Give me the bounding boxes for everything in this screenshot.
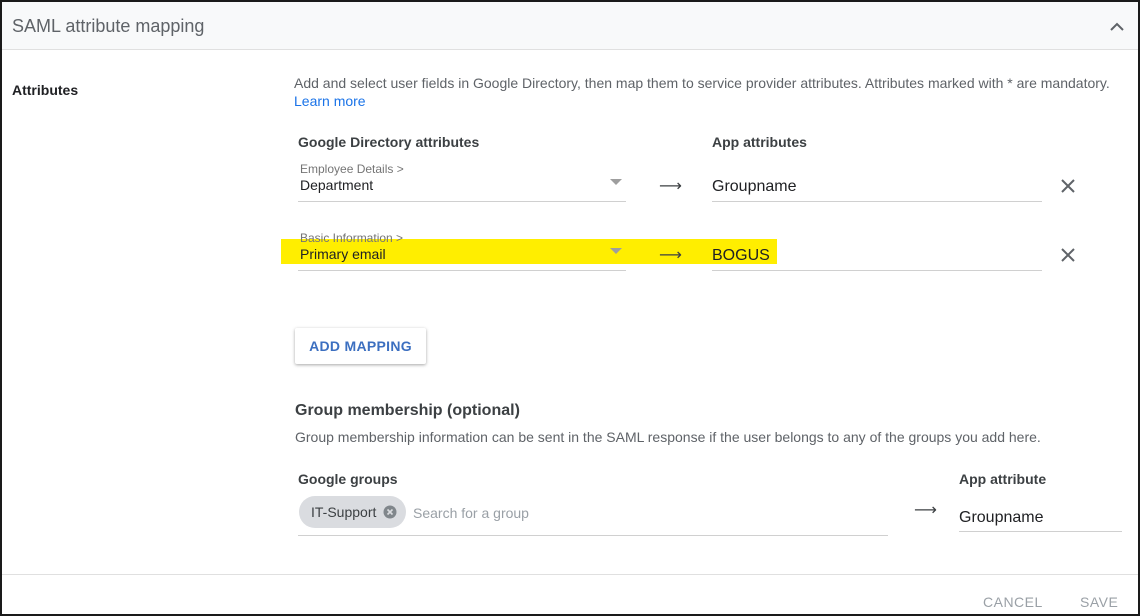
dropdown-arrow-icon[interactable]: [610, 179, 622, 185]
input-underline: [959, 531, 1122, 532]
dropdown-arrow-icon[interactable]: [610, 248, 622, 254]
panel-header[interactable]: SAML attribute mapping: [2, 2, 1138, 50]
group-app-attribute-value: Groupname: [959, 509, 1044, 526]
app-attribute-value: Groupname: [712, 178, 797, 195]
group-chip-label: IT-Support: [311, 504, 377, 520]
chevron-up-icon[interactable]: [1108, 18, 1126, 36]
app-attribute-value: BOGUS: [712, 247, 770, 264]
attribute-field: Primary email: [300, 246, 386, 262]
input-underline: [712, 201, 1042, 202]
input-underline: [712, 270, 1042, 271]
select-underline: [298, 201, 626, 202]
attribute-category: Employee Details >: [300, 162, 404, 176]
group-search-underline: [298, 535, 888, 536]
group-membership-title: Group membership (optional): [295, 402, 520, 419]
remove-mapping-close-icon[interactable]: [1060, 178, 1076, 194]
attribute-field: Department: [300, 177, 374, 193]
select-underline: [298, 270, 626, 271]
right-arrow-icon: ⟶: [659, 178, 682, 195]
attributes-description-text: Add and select user fields in Google Dir…: [294, 75, 1110, 91]
learn-more-link[interactable]: Learn more: [294, 93, 366, 109]
remove-mapping-close-icon[interactable]: [1060, 247, 1076, 263]
add-mapping-button[interactable]: ADD MAPPING: [295, 328, 426, 364]
saml-mapping-panel: SAML attribute mapping Attributes Add an…: [0, 0, 1140, 616]
attributes-description: Add and select user fields in Google Dir…: [294, 74, 1124, 110]
footer-divider: [2, 574, 1138, 575]
right-arrow-icon: ⟶: [659, 247, 682, 264]
app-attribute-header: App attribute: [959, 471, 1047, 487]
right-arrow-icon: ⟶: [914, 502, 937, 519]
app-attributes-header: App attributes: [712, 134, 807, 150]
google-groups-header: Google groups: [298, 471, 398, 487]
save-button[interactable]: SAVE: [1080, 594, 1118, 610]
group-search-input[interactable]: [413, 502, 883, 524]
directory-attributes-header: Google Directory attributes: [298, 134, 480, 150]
group-chip: IT-Support: [299, 496, 406, 528]
attribute-category: Basic Information >: [300, 231, 404, 245]
cancel-button[interactable]: CANCEL: [983, 594, 1043, 610]
group-membership-description: Group membership information can be sent…: [295, 429, 1041, 445]
remove-chip-icon[interactable]: [383, 505, 397, 519]
attributes-section-label: Attributes: [12, 82, 79, 98]
panel-title: SAML attribute mapping: [12, 16, 205, 36]
